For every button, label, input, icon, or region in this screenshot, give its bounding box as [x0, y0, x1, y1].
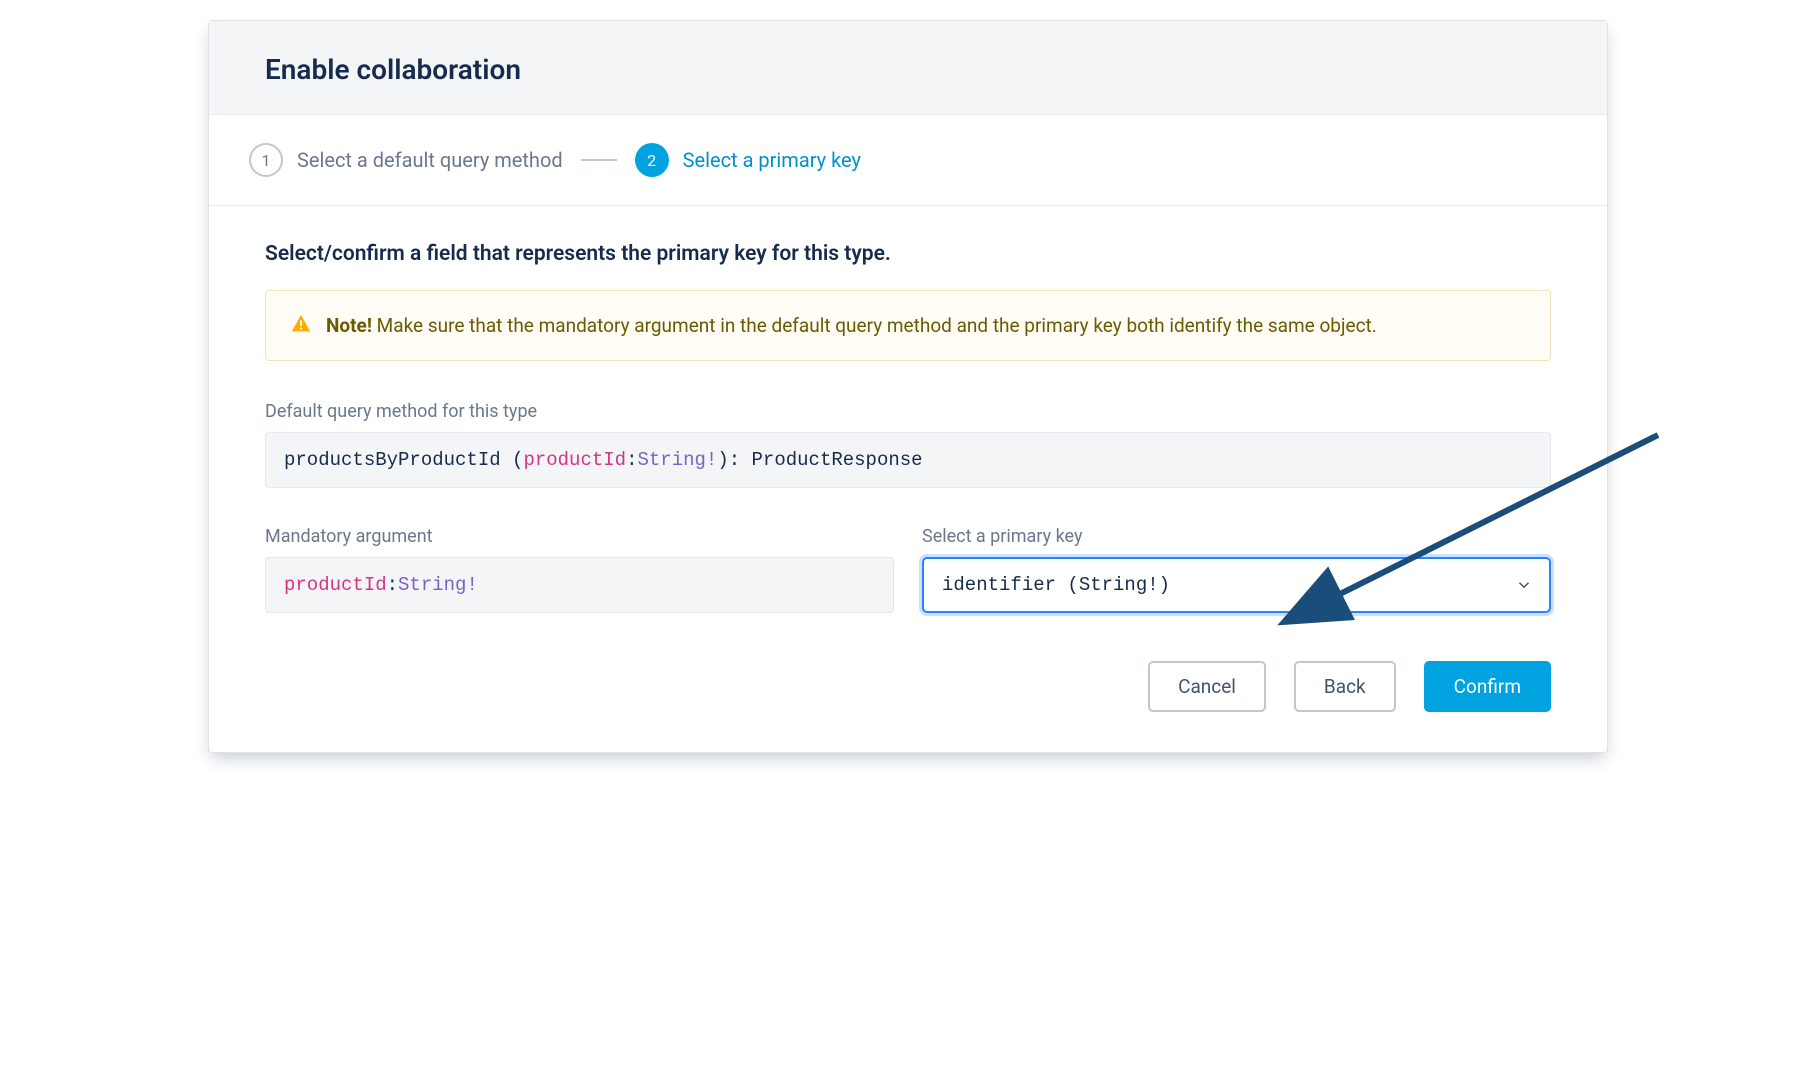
query-return-type: ProductResponse [752, 449, 923, 471]
note-text: Note! Make sure that the mandatory argum… [326, 311, 1377, 340]
query-arg-name: productId [523, 449, 626, 471]
query-method-name: productsByProductId [284, 449, 501, 471]
modal-title: Enable collaboration [265, 53, 1551, 86]
step-2[interactable]: 2 Select a primary key [635, 143, 861, 177]
primary-key-selected: identifier (String!) [942, 574, 1170, 596]
modal-footer: Cancel Back Confirm [209, 637, 1607, 752]
mandatory-arg-box: productId:String! [265, 557, 894, 613]
note-body: Make sure that the mandatory argument in… [372, 314, 1377, 337]
query-arg-type: String! [637, 449, 717, 471]
modal-body: Select/confirm a field that represents t… [209, 206, 1607, 637]
mandatory-arg-label: Mandatory argument [265, 526, 894, 547]
back-button[interactable]: Back [1294, 661, 1396, 712]
step-2-number: 2 [635, 143, 669, 177]
warning-icon [290, 313, 312, 335]
section-title: Select/confirm a field that represents t… [265, 242, 1551, 266]
step-1[interactable]: 1 Select a default query method [249, 143, 563, 177]
mandatory-arg-name: productId [284, 574, 387, 596]
step-2-label: Select a primary key [683, 148, 861, 172]
default-query-box: productsByProductId (productId:String!):… [265, 432, 1551, 488]
primary-key-label: Select a primary key [922, 526, 1551, 547]
note-prefix: Note! [326, 314, 372, 337]
enable-collaboration-modal: Enable collaboration 1 Select a default … [208, 20, 1608, 753]
cancel-button[interactable]: Cancel [1148, 661, 1266, 712]
stepper: 1 Select a default query method 2 Select… [209, 115, 1607, 206]
confirm-button[interactable]: Confirm [1424, 661, 1551, 712]
step-1-label: Select a default query method [297, 148, 563, 172]
note-box: Note! Make sure that the mandatory argum… [265, 290, 1551, 361]
step-1-number: 1 [249, 143, 283, 177]
mandatory-arg-type: String! [398, 574, 478, 596]
primary-key-select[interactable]: identifier (String!) [922, 557, 1551, 613]
modal-header: Enable collaboration [209, 21, 1607, 115]
default-query-label: Default query method for this type [265, 401, 1551, 422]
step-divider [581, 159, 617, 161]
